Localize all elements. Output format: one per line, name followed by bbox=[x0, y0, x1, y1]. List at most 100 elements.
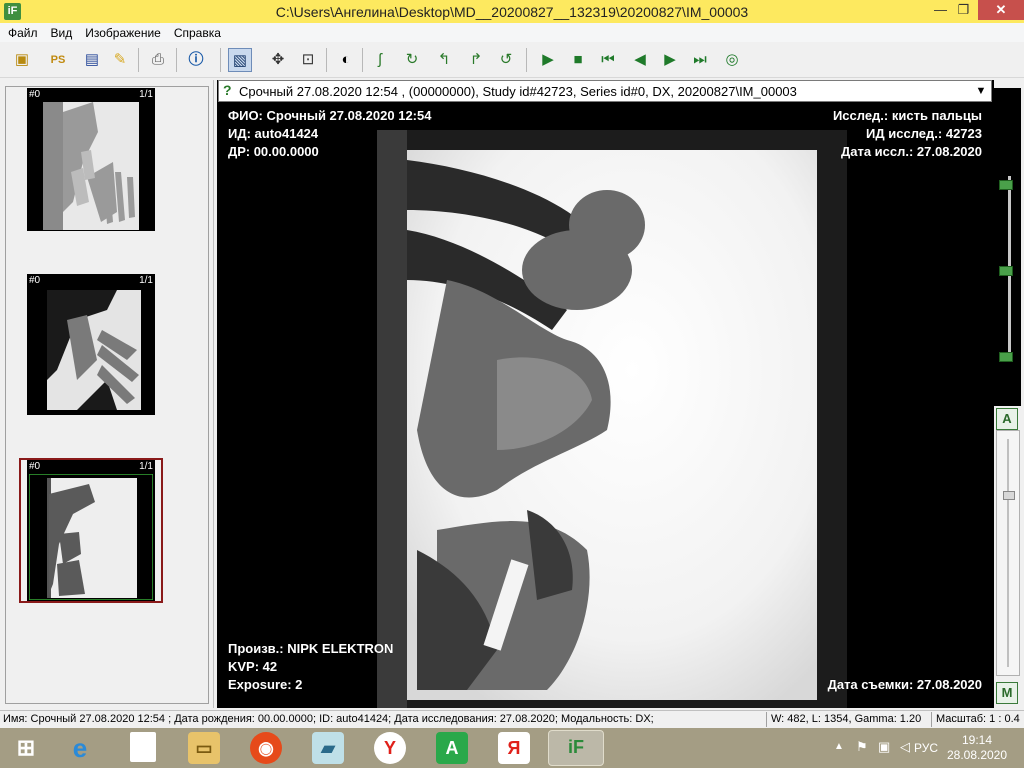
image-viewer[interactable] bbox=[217, 80, 994, 708]
xray-thumbnail-image bbox=[43, 102, 139, 230]
status-scale: Масштаб: 1 : 0.4 bbox=[936, 713, 1020, 725]
active-app-icon[interactable]: iF bbox=[548, 730, 604, 766]
overlay-birth-date: ДР: 00.00.0000 bbox=[228, 144, 319, 159]
zoom-slider-handle[interactable] bbox=[1003, 491, 1015, 500]
menu-help[interactable]: Справка bbox=[174, 26, 221, 40]
overlay-study: Исслед.: кисть пальцы bbox=[832, 108, 982, 123]
invert-icon[interactable]: ◐ bbox=[334, 48, 358, 72]
tray-volume-icon[interactable]: ◁ bbox=[900, 739, 910, 768]
explorer-icon[interactable]: ▭ bbox=[188, 732, 220, 764]
question-icon: ? bbox=[223, 82, 232, 98]
media-player-icon[interactable]: ◉ bbox=[250, 732, 282, 764]
xray-image[interactable] bbox=[377, 130, 847, 708]
magic-tool-icon[interactable]: ʃ bbox=[368, 48, 392, 72]
windows-start-icon[interactable]: ⊞ bbox=[10, 732, 42, 764]
taskbar-clock[interactable]: 19:14 28.08.2020 bbox=[942, 733, 1012, 763]
overlay-study-id: ИД исслед.: 42723 bbox=[866, 126, 982, 141]
ie-icon[interactable]: e bbox=[64, 732, 96, 764]
image-info-icon[interactable]: ▧ bbox=[228, 48, 252, 72]
status-bar: Имя: Срочный 27.08.2020 12:54 ; Дата рож… bbox=[0, 710, 1024, 728]
tray-language[interactable]: РУС bbox=[914, 741, 938, 768]
stop-icon[interactable]: ■ bbox=[566, 48, 590, 72]
taskbar: ⊞ e ▭ ◉ ▰ Y A Я iF ▲ ⚑ ▣ ◁ РУС 19:14 28.… bbox=[0, 728, 1024, 768]
yandex-icon[interactable]: Я bbox=[498, 732, 530, 764]
slider-bottom-handle[interactable] bbox=[999, 352, 1013, 362]
overlay-patient-id: ИД: auto41424 bbox=[228, 126, 319, 141]
rotate-icon[interactable]: ↻ bbox=[400, 48, 424, 72]
cine-icon[interactable]: ◎ bbox=[720, 48, 744, 72]
tray-network-icon[interactable]: ▣ bbox=[878, 739, 890, 768]
title-bar: iF C:\Users\Ангелина\Desktop\MD__2020082… bbox=[0, 0, 1024, 23]
status-divider bbox=[766, 712, 767, 727]
menu-image[interactable]: Изображение bbox=[85, 26, 161, 40]
notes-icon[interactable]: ✎ bbox=[108, 48, 132, 72]
close-button[interactable]: ✕ bbox=[978, 0, 1024, 20]
overlay-exposure: Exposure: 2 bbox=[228, 677, 303, 692]
menu-view[interactable]: Вид bbox=[51, 26, 73, 40]
zoom-reset-icon[interactable]: M bbox=[996, 682, 1018, 704]
tray-chevron-up-icon[interactable]: ▲ bbox=[834, 741, 844, 768]
overlay-acquisition-date: Дата съемки: 27.08.2020 bbox=[827, 677, 982, 692]
thumbnail-id: #0 bbox=[29, 275, 41, 286]
rotate-left-icon[interactable]: ↰ bbox=[432, 48, 456, 72]
play-icon[interactable]: ▶ bbox=[536, 48, 560, 72]
toolbar-separator bbox=[526, 48, 527, 72]
overlay-kvp: KVP: 42 bbox=[228, 659, 278, 674]
menu-bar: Файл Вид Изображение Справка bbox=[0, 23, 1024, 42]
slider-middle-handle[interactable] bbox=[999, 266, 1013, 276]
overlay-manufacturer: Произв.: NIPK ELEKTRON bbox=[228, 641, 394, 656]
thumbnail-3[interactable]: #0 1/1 bbox=[27, 460, 155, 601]
menu-file[interactable]: Файл bbox=[8, 26, 38, 40]
slider-top-handle[interactable] bbox=[999, 180, 1013, 190]
overlay-top-left: ФИО: Срочный 27.08.2020 12:54 ИД: auto41… bbox=[228, 107, 431, 161]
zoom-slider[interactable] bbox=[996, 430, 1020, 676]
thumbnail-count: 1/1 bbox=[139, 275, 153, 286]
contrast-tool-icon[interactable]: A bbox=[996, 408, 1018, 430]
right-tool-strip: A M bbox=[994, 80, 1024, 708]
first-icon[interactable]: ⏮ bbox=[596, 48, 620, 72]
tray-flag-icon[interactable]: ⚑ bbox=[856, 739, 868, 768]
thumbnail-id: #0 bbox=[29, 89, 41, 100]
notes-app-icon[interactable]: ▰ bbox=[312, 732, 344, 764]
ps-open-icon[interactable]: PS bbox=[46, 48, 70, 72]
clock-time: 19:14 bbox=[961, 733, 993, 747]
toolbar: ▣ PS ▤ ✎ ⎙ ⓘ ▧ ✥ ⊡ ◐ ʃ ↻ ↰ ↱ ↺ ▶ ■ ⏮ ◀ ▶… bbox=[0, 42, 1024, 78]
window-title: C:\Users\Ангелина\Desktop\MD__20200827__… bbox=[275, 4, 749, 20]
print-icon[interactable]: ⎙ bbox=[146, 48, 170, 72]
thumbnail-count: 1/1 bbox=[139, 89, 153, 100]
toolbar-separator bbox=[138, 48, 139, 72]
move-icon[interactable]: ✥ bbox=[266, 48, 290, 72]
thumbnail-count: 1/1 bbox=[139, 461, 153, 472]
thumbnail-2[interactable]: #0 1/1 bbox=[27, 274, 155, 415]
overlay-study-date: Дата иссл.: 27.08.2020 bbox=[840, 144, 982, 159]
xray-thumbnail-image bbox=[29, 474, 153, 600]
overlay-top-right: Исслед.: кисть пальцы ИД исслед.: 42723 … bbox=[833, 107, 982, 161]
last-icon[interactable]: ⏭ bbox=[688, 48, 712, 72]
info-icon[interactable]: ⓘ bbox=[184, 48, 208, 72]
toolbar-separator bbox=[362, 48, 363, 72]
toolbar-separator bbox=[220, 48, 221, 72]
xray-thumbnail-image bbox=[47, 290, 141, 410]
series-selector-text: Срочный 27.08.2020 12:54 , (00000000), S… bbox=[239, 84, 797, 99]
series-selector[interactable]: ? Срочный 27.08.2020 12:54 , (00000000),… bbox=[218, 80, 992, 102]
toolbar-separator bbox=[176, 48, 177, 72]
clock-date: 28.08.2020 bbox=[946, 748, 1008, 762]
a-app-icon[interactable]: A bbox=[436, 732, 468, 764]
fit-icon[interactable]: ⊡ bbox=[296, 48, 320, 72]
next-icon[interactable]: ▶ bbox=[658, 48, 682, 72]
open-folder-icon[interactable]: ▣ bbox=[10, 48, 34, 72]
document-icon[interactable] bbox=[130, 732, 156, 762]
maximize-button[interactable]: ❐ bbox=[949, 0, 978, 20]
prev-icon[interactable]: ◀ bbox=[628, 48, 652, 72]
rotate-right-icon[interactable]: ↱ bbox=[464, 48, 488, 72]
undo-icon[interactable]: ↺ bbox=[494, 48, 518, 72]
yandex-browser-icon[interactable]: Y bbox=[374, 732, 406, 764]
chevron-down-icon[interactable]: ▼ bbox=[973, 83, 989, 99]
status-divider bbox=[931, 712, 932, 727]
save-icon[interactable]: ▤ bbox=[80, 48, 104, 72]
zoom-slider-track bbox=[1007, 439, 1009, 667]
thumbnail-id: #0 bbox=[29, 461, 41, 472]
thumbnail-1[interactable]: #0 1/1 bbox=[27, 88, 155, 231]
overlay-bottom-right: Дата съемки: 27.08.2020 bbox=[828, 676, 982, 694]
toolbar-separator bbox=[326, 48, 327, 72]
